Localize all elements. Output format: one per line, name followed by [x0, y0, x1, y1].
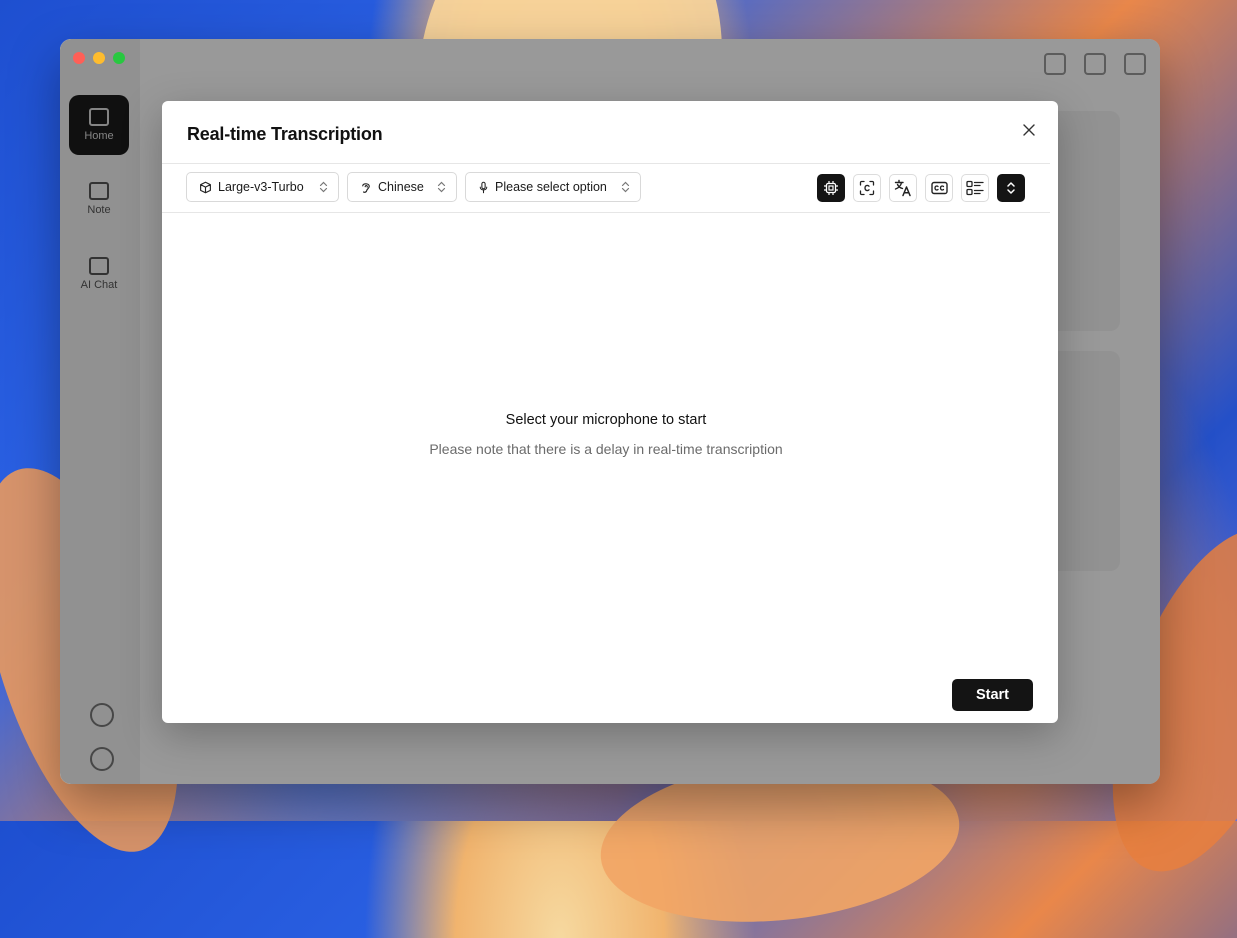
list-layout-icon	[966, 180, 984, 196]
cpu-toggle-button[interactable]	[817, 174, 845, 202]
model-select[interactable]: Large-v3-Turbo	[186, 172, 339, 202]
captions-icon	[930, 181, 948, 195]
scan-icon	[859, 180, 875, 196]
chevron-up-down-icon	[1007, 182, 1015, 194]
chevron-up-down-icon	[319, 181, 328, 193]
scan-button[interactable]	[853, 174, 881, 202]
minimize-window-button[interactable]	[93, 52, 105, 64]
dialog-toolbar: Large-v3-Turbo Chinese Please select opt…	[162, 163, 1050, 213]
microphone-select-placeholder: Please select option	[495, 180, 607, 194]
language-select[interactable]: Chinese	[347, 172, 457, 202]
close-icon	[1023, 124, 1035, 136]
zoom-window-button[interactable]	[113, 52, 125, 64]
transcription-dialog: Real-time Transcription Large-v3-Turbo C…	[162, 101, 1058, 723]
chevron-up-down-icon	[437, 181, 446, 193]
close-window-button[interactable]	[73, 52, 85, 64]
ear-icon	[362, 182, 370, 193]
dialog-title: Real-time Transcription	[187, 124, 383, 144]
captions-button[interactable]	[925, 174, 953, 202]
cpu-icon	[824, 181, 838, 195]
start-button[interactable]: Start	[952, 679, 1033, 711]
cube-icon	[200, 181, 211, 193]
microphone-select[interactable]: Please select option	[465, 172, 641, 202]
model-select-value: Large-v3-Turbo	[218, 180, 304, 194]
list-layout-button[interactable]	[961, 174, 989, 202]
empty-state-subtitle: Please note that there is a delay in rea…	[429, 441, 783, 457]
close-button[interactable]	[1020, 121, 1038, 139]
empty-state-title: Select your microphone to start	[505, 412, 707, 428]
language-select-value: Chinese	[378, 180, 424, 194]
translate-button[interactable]	[889, 174, 917, 202]
window-controls	[73, 52, 125, 64]
translate-icon	[894, 179, 911, 197]
expand-toggle-button[interactable]	[997, 174, 1025, 202]
microphone-icon	[479, 181, 488, 193]
chevron-up-down-icon	[621, 181, 630, 193]
